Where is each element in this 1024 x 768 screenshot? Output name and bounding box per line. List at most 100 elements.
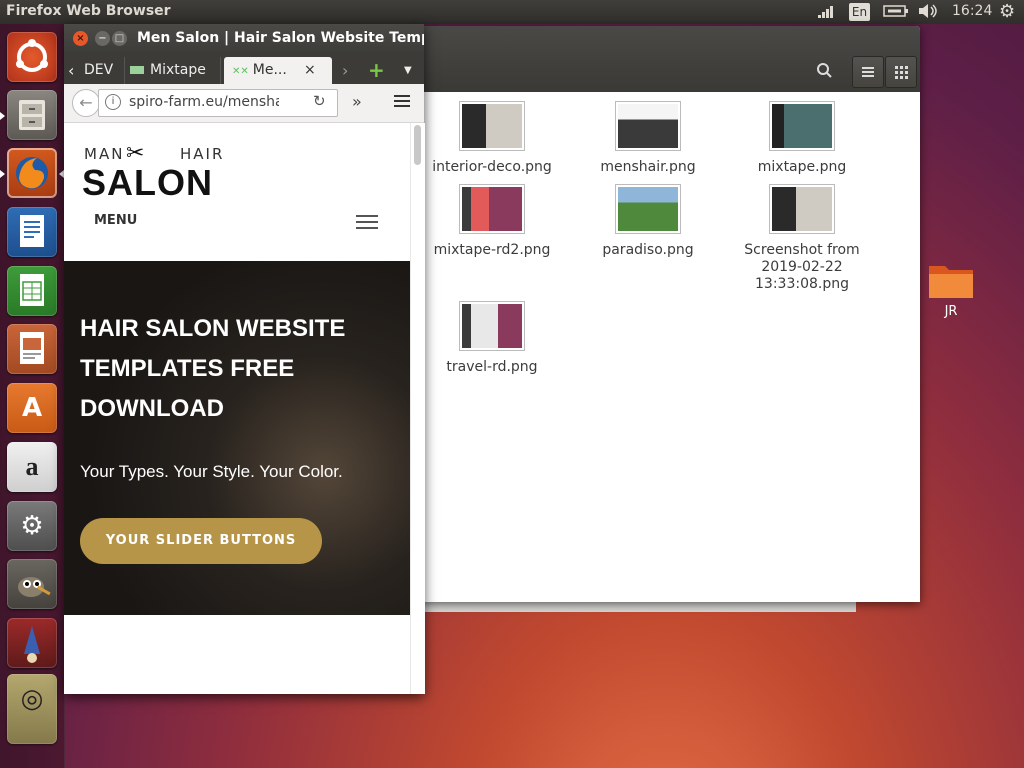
- firefox-icon: [7, 148, 57, 198]
- ubuntu-dash-button[interactable]: [7, 32, 57, 82]
- file-item[interactable]: paradiso.png: [573, 184, 723, 259]
- file-thumbnail: [459, 184, 525, 234]
- tab-label: DEV: [84, 62, 114, 78]
- system-gear-icon[interactable]: ⚙: [999, 1, 1015, 22]
- file-item[interactable]: interior-deco.png: [417, 101, 567, 176]
- minimize-window-button[interactable]: −: [95, 31, 110, 46]
- system-settings-launcher-button[interactable]: ⚙: [7, 501, 57, 551]
- wizard-icon: [7, 618, 57, 668]
- hero-title-line: HAIR SALON WEBSITE: [80, 315, 346, 342]
- page-content: MAN ✂ HAIR SALON MENU HAIR SALON WEBSITE…: [64, 123, 410, 694]
- hero-title: HAIR SALON WEBSITE TEMPLATES FREE DOWNLO…: [80, 309, 345, 429]
- file-manager-window[interactable]: interior-deco.png menshair.png mixtape.p…: [420, 26, 920, 602]
- file-thumbnail: [615, 184, 681, 234]
- software-center-launcher-button[interactable]: A: [7, 383, 57, 433]
- spreadsheet-icon: [7, 266, 57, 316]
- file-cabinet-icon: [7, 90, 57, 140]
- file-name: Screenshot from 2019-02-22 13:33:08.png: [744, 242, 860, 292]
- tab-list-dropdown[interactable]: ▼: [404, 57, 416, 84]
- file-name: interior-deco.png: [432, 159, 552, 175]
- file-thumbnail: [459, 101, 525, 151]
- amazon-icon: a: [25, 452, 39, 481]
- file-item[interactable]: Screenshot from 2019-02-22 13:33:08.png: [727, 184, 877, 293]
- hero-slider-button[interactable]: YOUR SLIDER BUTTONS: [80, 518, 322, 564]
- file-name: paradiso.png: [602, 242, 694, 258]
- search-icon: [817, 63, 832, 78]
- new-tab-button[interactable]: +: [368, 57, 386, 84]
- top-panel: Firefox Web Browser En 16:24 ⚙: [0, 0, 1024, 24]
- grid-view-button[interactable]: [885, 56, 917, 88]
- file-name: mixtape-rd2.png: [433, 242, 551, 258]
- folder-label: JR: [944, 304, 958, 319]
- hero-title-line: TEMPLATES FREE: [80, 355, 295, 382]
- page-scrollbar[interactable]: [410, 123, 425, 694]
- writer-document-icon: [7, 207, 57, 257]
- file-name: menshair.png: [600, 159, 696, 175]
- launcher: A a ⚙ ◎: [0, 24, 65, 768]
- amazon-launcher-button[interactable]: a: [7, 442, 57, 492]
- tab-close-icon[interactable]: ×: [304, 57, 316, 84]
- tab-scroll-left[interactable]: ‹: [68, 57, 82, 84]
- battery-icon[interactable]: [883, 3, 909, 23]
- file-item[interactable]: menshair.png: [573, 101, 723, 176]
- firefox-window[interactable]: × − □ Men Salon | Hair Salon Website Tem…: [64, 24, 425, 694]
- search-button[interactable]: [810, 56, 840, 86]
- site-info-icon[interactable]: i: [105, 94, 121, 110]
- scrollbar-thumb[interactable]: [414, 125, 421, 165]
- firefox-launcher-button[interactable]: [7, 148, 57, 198]
- menu-label[interactable]: MENU: [94, 213, 137, 228]
- keyboard-layout-indicator[interactable]: En: [849, 3, 870, 21]
- tab-mixtape[interactable]: Mixtape: [130, 57, 221, 84]
- overflow-chevron-button[interactable]: »: [352, 92, 362, 111]
- tab-scroll-right[interactable]: ›: [342, 57, 356, 84]
- url-text[interactable]: spiro-farm.eu/mensha: [129, 94, 279, 110]
- file-item[interactable]: travel-rd.png: [417, 301, 567, 376]
- impress-launcher-button[interactable]: [7, 324, 57, 374]
- calc-launcher-button[interactable]: [7, 266, 57, 316]
- file-name: mixtape.png: [757, 159, 847, 175]
- file-item[interactable]: mixtape-rd2.png: [417, 184, 567, 259]
- tab-label: Mixtape: [150, 62, 206, 78]
- maximize-window-button[interactable]: □: [112, 31, 127, 46]
- hamburger-icon: [356, 215, 378, 229]
- reload-icon[interactable]: ↻: [313, 92, 326, 110]
- app-launcher-button-11[interactable]: [7, 618, 57, 668]
- tab-label: Me...: [252, 62, 287, 78]
- presentation-icon: [7, 324, 57, 374]
- mobile-menu-toggle[interactable]: [356, 215, 378, 233]
- active-app-title: Firefox Web Browser: [6, 3, 171, 19]
- file-item[interactable]: mixtape.png: [727, 101, 877, 176]
- site-logo[interactable]: MAN ✂ HAIR SALON: [82, 141, 227, 205]
- file-name: travel-rd.png: [446, 359, 538, 375]
- file-thumbnail: [769, 184, 835, 234]
- close-window-button[interactable]: ×: [73, 31, 88, 46]
- desktop-folder[interactable]: JR: [925, 260, 977, 319]
- stacked-launcher-items[interactable]: ◎: [7, 674, 57, 744]
- back-button[interactable]: ←: [72, 89, 100, 117]
- grid-icon: [895, 66, 908, 79]
- shopping-bag-icon: A: [21, 393, 43, 423]
- disc-icon: ◎: [20, 684, 44, 714]
- tab-dev[interactable]: DEV: [84, 57, 125, 84]
- volume-icon[interactable]: [918, 3, 940, 23]
- network-signal-icon[interactable]: [817, 3, 837, 23]
- gimp-launcher-button[interactable]: [7, 559, 57, 609]
- tab-favicon-icon: ✕✕: [232, 66, 249, 77]
- clock[interactable]: 16:24: [952, 3, 992, 19]
- writer-launcher-button[interactable]: [7, 207, 57, 257]
- list-view-button[interactable]: [852, 56, 884, 88]
- file-thumbnail: [459, 301, 525, 351]
- gimp-icon: [7, 559, 57, 609]
- logo-text-hair: HAIR: [180, 145, 225, 163]
- list-icon: [862, 67, 874, 77]
- logo-text-man: MAN: [84, 145, 125, 163]
- navigation-bar: ← i spiro-farm.eu/mensha ↻ »: [64, 84, 424, 123]
- hamburger-menu-button[interactable]: [394, 94, 410, 112]
- tab-men-salon[interactable]: ✕✕ Me... ×: [224, 57, 332, 84]
- url-bar[interactable]: i spiro-farm.eu/mensha ↻: [98, 89, 338, 117]
- hero-slider: HAIR SALON WEBSITE TEMPLATES FREE DOWNLO…: [64, 261, 410, 615]
- hero-title-line: DOWNLOAD: [80, 395, 224, 422]
- tab-bar: ‹ DEV Mixtape ✕✕ Me... × › + ▼: [64, 54, 424, 84]
- wrench-gear-icon: ⚙: [20, 511, 44, 541]
- files-launcher-button[interactable]: [7, 90, 57, 140]
